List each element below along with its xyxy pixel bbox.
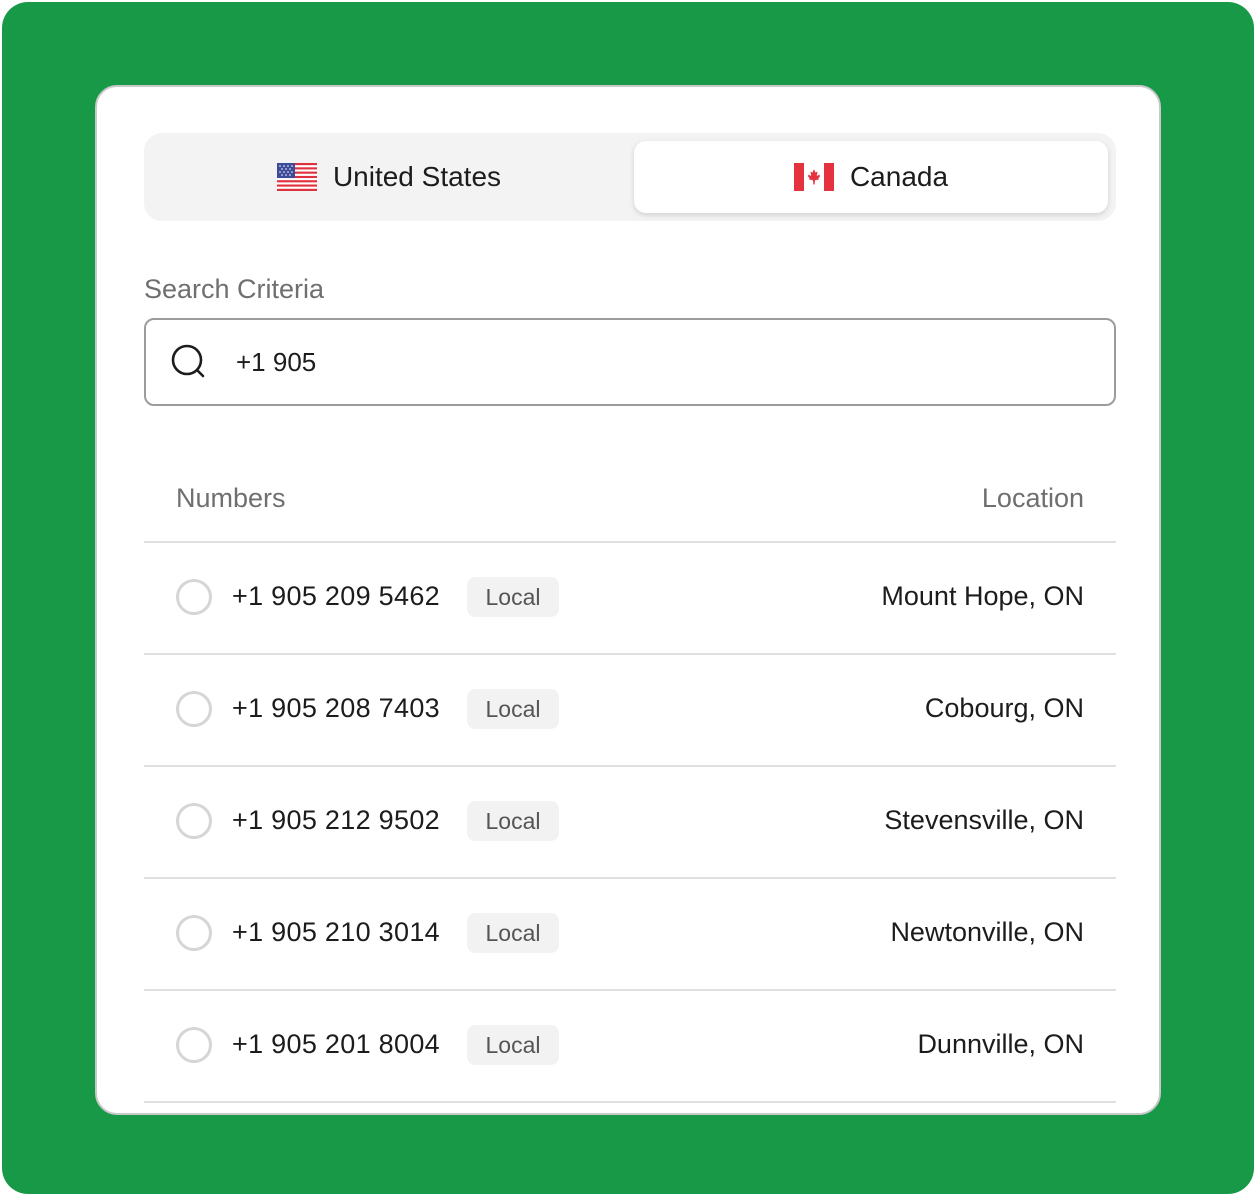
location: Newtonville, ON bbox=[890, 917, 1084, 947]
tab-label-canada: Canada bbox=[849, 161, 949, 192]
canada-flag-icon bbox=[793, 163, 834, 191]
location: Stevensville, ON bbox=[884, 805, 1084, 835]
search-criteria-label: Search Criteria bbox=[144, 274, 325, 304]
phone-number: +1 905 210 3014 bbox=[232, 917, 440, 947]
phone-number: +1 905 209 5462 bbox=[232, 581, 440, 611]
search-value: +1 905 bbox=[236, 346, 317, 377]
location: Cobourg, ON bbox=[924, 693, 1084, 723]
search-icon bbox=[171, 344, 205, 378]
background-frame: United States Canada Search Criteria +1 … bbox=[2, 2, 1254, 1194]
tab-label-united-states: United States bbox=[332, 161, 502, 192]
radio-button[interactable] bbox=[176, 1027, 212, 1063]
tab-united-states[interactable]: United States bbox=[152, 141, 626, 213]
phone-number: +1 905 201 8004 bbox=[232, 1029, 440, 1059]
tab-canada[interactable]: Canada bbox=[634, 141, 1108, 213]
radio-button[interactable] bbox=[176, 803, 212, 839]
local-badge: Local bbox=[467, 913, 559, 953]
radio-button[interactable] bbox=[176, 915, 212, 951]
radio-button[interactable] bbox=[176, 691, 212, 727]
us-flag-icon bbox=[276, 163, 317, 191]
local-badge: Local bbox=[467, 1025, 559, 1065]
local-badge: Local bbox=[467, 577, 559, 617]
phone-number: +1 905 212 9502 bbox=[232, 805, 440, 835]
table-row[interactable]: +1 905 210 3014 Local Newtonville, ON bbox=[144, 879, 1116, 991]
location-column-header: Location bbox=[981, 483, 1084, 513]
table-row[interactable]: +1 905 209 5462 Local Mount Hope, ON bbox=[144, 543, 1116, 655]
table-row[interactable]: +1 905 208 7403 Local Cobourg, ON bbox=[144, 655, 1116, 767]
numbers-list: +1 905 209 5462 Local Mount Hope, ON +1 … bbox=[144, 543, 1116, 1103]
table-row[interactable]: +1 905 201 8004 Local Dunnville, ON bbox=[144, 991, 1116, 1103]
location: Mount Hope, ON bbox=[881, 581, 1084, 611]
country-segmented-control: United States Canada bbox=[144, 133, 1116, 221]
local-badge: Local bbox=[467, 689, 559, 729]
radio-button[interactable] bbox=[176, 579, 212, 615]
number-picker-card: United States Canada Search Criteria +1 … bbox=[95, 85, 1161, 1115]
numbers-column-header: Numbers bbox=[176, 483, 286, 513]
search-input[interactable]: +1 905 bbox=[144, 318, 1116, 406]
table-header: Numbers Location bbox=[144, 471, 1116, 543]
location: Dunnville, ON bbox=[917, 1029, 1084, 1059]
phone-number: +1 905 208 7403 bbox=[232, 693, 440, 723]
local-badge: Local bbox=[467, 801, 559, 841]
table-row[interactable]: +1 905 212 9502 Local Stevensville, ON bbox=[144, 767, 1116, 879]
